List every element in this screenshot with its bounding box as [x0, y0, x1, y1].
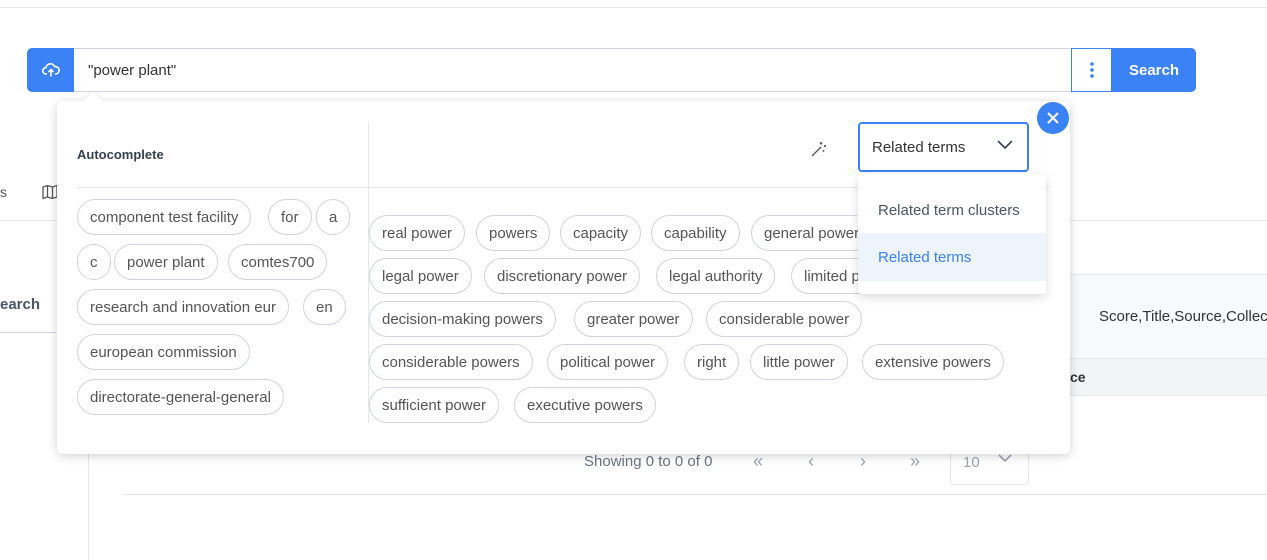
- columns-text: Score,Title,Source,Collec: [1099, 308, 1267, 325]
- table-header-fragment: ce: [1070, 369, 1086, 385]
- related-term-chip[interactable]: capability: [651, 215, 740, 251]
- option-related-terms[interactable]: Related terms: [858, 233, 1046, 281]
- related-term-chip[interactable]: extensive powers: [862, 344, 1004, 380]
- tab-label-fragment[interactable]: s: [0, 184, 7, 200]
- options-button[interactable]: [1071, 48, 1112, 92]
- autocomplete-chip[interactable]: a: [316, 199, 351, 235]
- option-related-term-clusters[interactable]: Related term clusters: [858, 186, 1046, 234]
- close-popover-button[interactable]: [1037, 102, 1069, 134]
- pager-status: Showing 0 to 0 of 0: [584, 453, 713, 470]
- sidebar-search-label[interactable]: earch: [0, 296, 40, 313]
- close-icon: [1047, 112, 1059, 124]
- related-term-chip[interactable]: executive powers: [514, 387, 656, 423]
- related-term-chip[interactable]: political power: [547, 344, 669, 380]
- related-term-chip[interactable]: capacity: [560, 215, 642, 251]
- footer-divider: [122, 494, 1267, 495]
- related-term-chip[interactable]: little power: [750, 344, 848, 380]
- upload-button[interactable]: [27, 48, 74, 92]
- autocomplete-title: Autocomplete: [77, 147, 164, 162]
- related-term-chip[interactable]: powers: [476, 215, 551, 251]
- related-mode-select[interactable]: Related terms: [858, 122, 1029, 172]
- autocomplete-chip[interactable]: comtes700: [228, 244, 328, 280]
- autocomplete-chip[interactable]: directorate-general-general: [77, 379, 284, 415]
- related-term-chip[interactable]: decision-making powers: [369, 301, 556, 337]
- related-term-chip[interactable]: right: [684, 344, 740, 380]
- search-button[interactable]: Search: [1112, 48, 1196, 92]
- cloud-upload-icon: [41, 63, 60, 77]
- autocomplete-chip[interactable]: component test facility: [77, 199, 252, 235]
- sidebar-search-underline: [0, 332, 56, 333]
- autocomplete-chip[interactable]: for: [268, 199, 312, 235]
- map-icon[interactable]: [42, 184, 58, 205]
- autocomplete-chip[interactable]: research and innovation eur: [77, 289, 289, 325]
- page-size-value: 10: [963, 454, 980, 471]
- results-table-header: [1070, 358, 1267, 396]
- related-term-chip[interactable]: legal power: [369, 258, 472, 294]
- related-term-chip[interactable]: considerable powers: [369, 344, 533, 380]
- autocomplete-chip[interactable]: european commission: [77, 334, 250, 370]
- related-term-chip[interactable]: sufficient power: [369, 387, 499, 423]
- top-divider: [0, 7, 1267, 8]
- related-mode-selected: Related terms: [872, 138, 966, 156]
- related-mode-dropdown: Related term clusters Related terms: [858, 174, 1046, 294]
- chevron-down-icon: [998, 454, 1012, 463]
- related-term-chip[interactable]: considerable power: [706, 301, 863, 337]
- search-input[interactable]: [74, 48, 1072, 92]
- autocomplete-chip[interactable]: power plant: [114, 244, 218, 280]
- related-term-chip[interactable]: discretionary power: [484, 258, 641, 294]
- chevron-down-icon: [997, 140, 1013, 150]
- related-term-chip[interactable]: greater power: [574, 301, 693, 337]
- autocomplete-chip[interactable]: c: [77, 244, 111, 280]
- magic-wand-icon[interactable]: [810, 140, 828, 163]
- related-term-chip[interactable]: general power: [751, 215, 873, 251]
- related-term-chip[interactable]: real power: [369, 215, 466, 251]
- autocomplete-chip[interactable]: en: [303, 289, 346, 325]
- kebab-menu-icon: [1089, 62, 1094, 78]
- related-term-chip[interactable]: legal authority: [656, 258, 776, 294]
